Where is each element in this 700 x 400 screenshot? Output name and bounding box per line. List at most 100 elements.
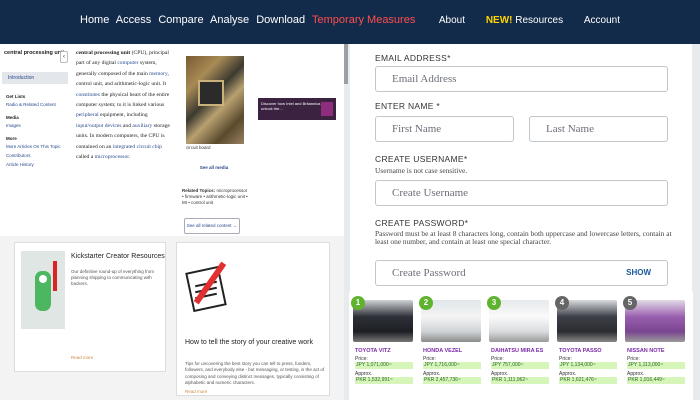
document-illustration [185, 251, 233, 329]
card-title[interactable]: How to tell the story of your creative w… [185, 339, 313, 346]
price-jpy: JPY 1,716,000~ [423, 362, 481, 369]
car-name[interactable]: HONDA VEZEL [423, 348, 462, 354]
sidebar-item-contributors[interactable]: Contributors [0, 151, 70, 160]
price-converted: PKR 1,111,962~ [491, 377, 549, 384]
rank-badge: 3 [487, 296, 501, 310]
link-memory[interactable]: memory [149, 71, 167, 77]
username-field[interactable]: Create Username [375, 180, 668, 206]
car-name[interactable]: NISSAN NOTE [627, 348, 665, 354]
nav-right-group: About NEW! Resources Account [421, 15, 620, 26]
scrollbar-thumb[interactable] [344, 44, 348, 84]
nav-download-link[interactable]: Download [256, 14, 305, 26]
rank-badge: 1 [351, 296, 365, 310]
first-name-field[interactable]: First Name [375, 116, 514, 142]
link-computer[interactable]: computer [117, 60, 138, 66]
link-chip[interactable]: integrated circuit chip [113, 144, 162, 150]
kickstarter-resources-card[interactable]: Kickstarter Creator Resources Our defini… [14, 242, 166, 372]
article-text: and [121, 122, 133, 129]
media-caption: circuit board [186, 145, 211, 150]
sidebar-item-radio[interactable]: Radio & Related Content [0, 100, 70, 109]
email-field[interactable]: Email Address [375, 66, 668, 92]
nav-resources-link[interactable]: NEW! Resources [486, 15, 563, 26]
rank-badge: 4 [555, 296, 569, 310]
nav-home-link[interactable]: Home [80, 14, 109, 26]
car-name[interactable]: TOYOTA PASSO [559, 348, 602, 354]
circuit-board-image[interactable] [186, 56, 244, 144]
car-card[interactable]: 4 TOYOTA PASSO Price: JPY 1,134,000~ App… [555, 296, 619, 400]
price-jpy: JPY 1,071,000~ [355, 362, 413, 369]
read-more-link[interactable]: Read more [185, 389, 207, 394]
article-text: equipment, including [98, 112, 148, 119]
nav-temporary-measures-link[interactable]: Temporary Measures [312, 14, 415, 26]
password-hint: Password must be at least 8 characters l… [375, 229, 672, 246]
rank-badge: 5 [623, 296, 637, 310]
ruler-shape [53, 261, 57, 291]
sidebar-group-media: Media [6, 115, 19, 120]
price-jpy: JPY 1,134,000~ [559, 362, 617, 369]
signup-form: EMAIL ADDRESS* Email Address ENTER NAME … [350, 44, 692, 292]
show-password-button[interactable]: SHOW [626, 268, 651, 277]
car-name[interactable]: DAIHATSU MIRA ES [491, 348, 543, 354]
sidebar-group-lists: Get Lists [6, 94, 26, 99]
story-tips-card[interactable]: How to tell the story of your creative w… [176, 242, 330, 396]
see-all-related-button[interactable]: See all related content → [184, 218, 240, 234]
see-all-media-link[interactable]: See all media [178, 165, 250, 170]
card-description: Our definitive round-up of everything fr… [71, 269, 155, 286]
link-microprocessor[interactable]: microprocessor [95, 154, 129, 160]
car-card[interactable]: 2 HONDA VEZEL Price: JPY 1,716,000~ Appr… [419, 296, 483, 400]
article-sidebar: central processing unit ‹ Introduction G… [0, 48, 70, 238]
related-topics: Related Topics: microprocessor • firmwar… [182, 188, 250, 206]
link-auxiliary[interactable]: auxiliary [132, 123, 152, 129]
nav-account-link[interactable]: Account [584, 15, 620, 26]
rank-badge: 2 [419, 296, 433, 310]
car-card[interactable]: 3 DAIHATSU MIRA ES Price: JPY 757,000~ A… [487, 296, 551, 400]
sidebar-group-more: More [6, 136, 17, 141]
collapse-sidebar-button[interactable]: ‹ [60, 51, 68, 63]
car-card[interactable]: 1 TOYOTA VITZ Price: JPY 1,071,000~ Appr… [351, 296, 415, 400]
nav-compare-link[interactable]: Compare [158, 14, 203, 26]
related-topics-label: Related Topics: [182, 188, 216, 193]
nav-analyse-link[interactable]: Analyse [210, 14, 249, 26]
article-text: (CPU), [130, 50, 148, 56]
new-badge: NEW! [485, 15, 513, 26]
card-title[interactable]: Kickstarter Creator Resources [71, 253, 165, 260]
email-label: EMAIL ADDRESS* [375, 53, 451, 63]
car-name[interactable]: TOYOTA VITZ [355, 348, 391, 354]
top-navigation-bar: Home Access Compare Analyse Download Tem… [0, 0, 700, 44]
nav-left-group: Home Access Compare Analyse Download Tem… [80, 14, 419, 26]
price-converted: PKR 1,621,476~ [559, 377, 617, 384]
price-converted: PKR 1,916,449~ [627, 377, 685, 384]
read-more-link[interactable]: Read more [71, 355, 93, 360]
sidebar-item-more-articles[interactable]: More Articles On This Topic [0, 142, 70, 151]
sidebar-item-images[interactable]: Images [0, 121, 70, 130]
mascot-image [21, 251, 65, 329]
card-description: Tips for uncovering the best story you c… [185, 361, 325, 386]
nav-about-link[interactable]: About [439, 15, 465, 26]
password-placeholder: Create Password [392, 267, 466, 279]
sidebar-item-article-history[interactable]: Article History [0, 160, 70, 169]
username-label: CREATE USERNAME* [375, 154, 468, 164]
password-label: CREATE PASSWORD* [375, 218, 469, 228]
article-text: called a [76, 154, 95, 161]
media-panel: circuit board See all media Related Topi… [178, 48, 250, 238]
nav-access-link[interactable]: Access [116, 14, 151, 26]
link-constitutes[interactable]: constitutes [76, 92, 100, 98]
sidebar-item-introduction[interactable]: Introduction [2, 72, 68, 84]
article-body: central processing unit (CPU), principal… [76, 48, 172, 162]
price-converted: PKR 1,532,991~ [355, 377, 413, 384]
price-jpy: JPY 757,000~ [491, 362, 549, 369]
last-name-field[interactable]: Last Name [529, 116, 668, 142]
price-jpy: JPY 1,113,000~ [627, 362, 685, 369]
car-ranking-strip: 1 TOYOTA VITZ Price: JPY 1,071,000~ Appr… [349, 292, 693, 400]
password-field[interactable]: Create Password SHOW [375, 260, 668, 286]
advertisement-banner[interactable]: Discover how Intel and Britannica help u… [258, 98, 336, 120]
link-peripheral[interactable]: peripheral [76, 112, 99, 118]
car-card[interactable]: 5 NISSAN NOTE Price: JPY 1,113,000~ Appr… [623, 296, 687, 400]
resources-label: Resources [515, 15, 564, 26]
link-io-devices[interactable]: input/output devices [76, 123, 122, 129]
mascot-eye [39, 275, 47, 283]
price-converted: PKR 2,457,736~ [423, 377, 481, 384]
article-text: . [128, 154, 131, 161]
name-label: ENTER NAME * [375, 101, 440, 111]
article-term: central processing unit [76, 50, 131, 56]
